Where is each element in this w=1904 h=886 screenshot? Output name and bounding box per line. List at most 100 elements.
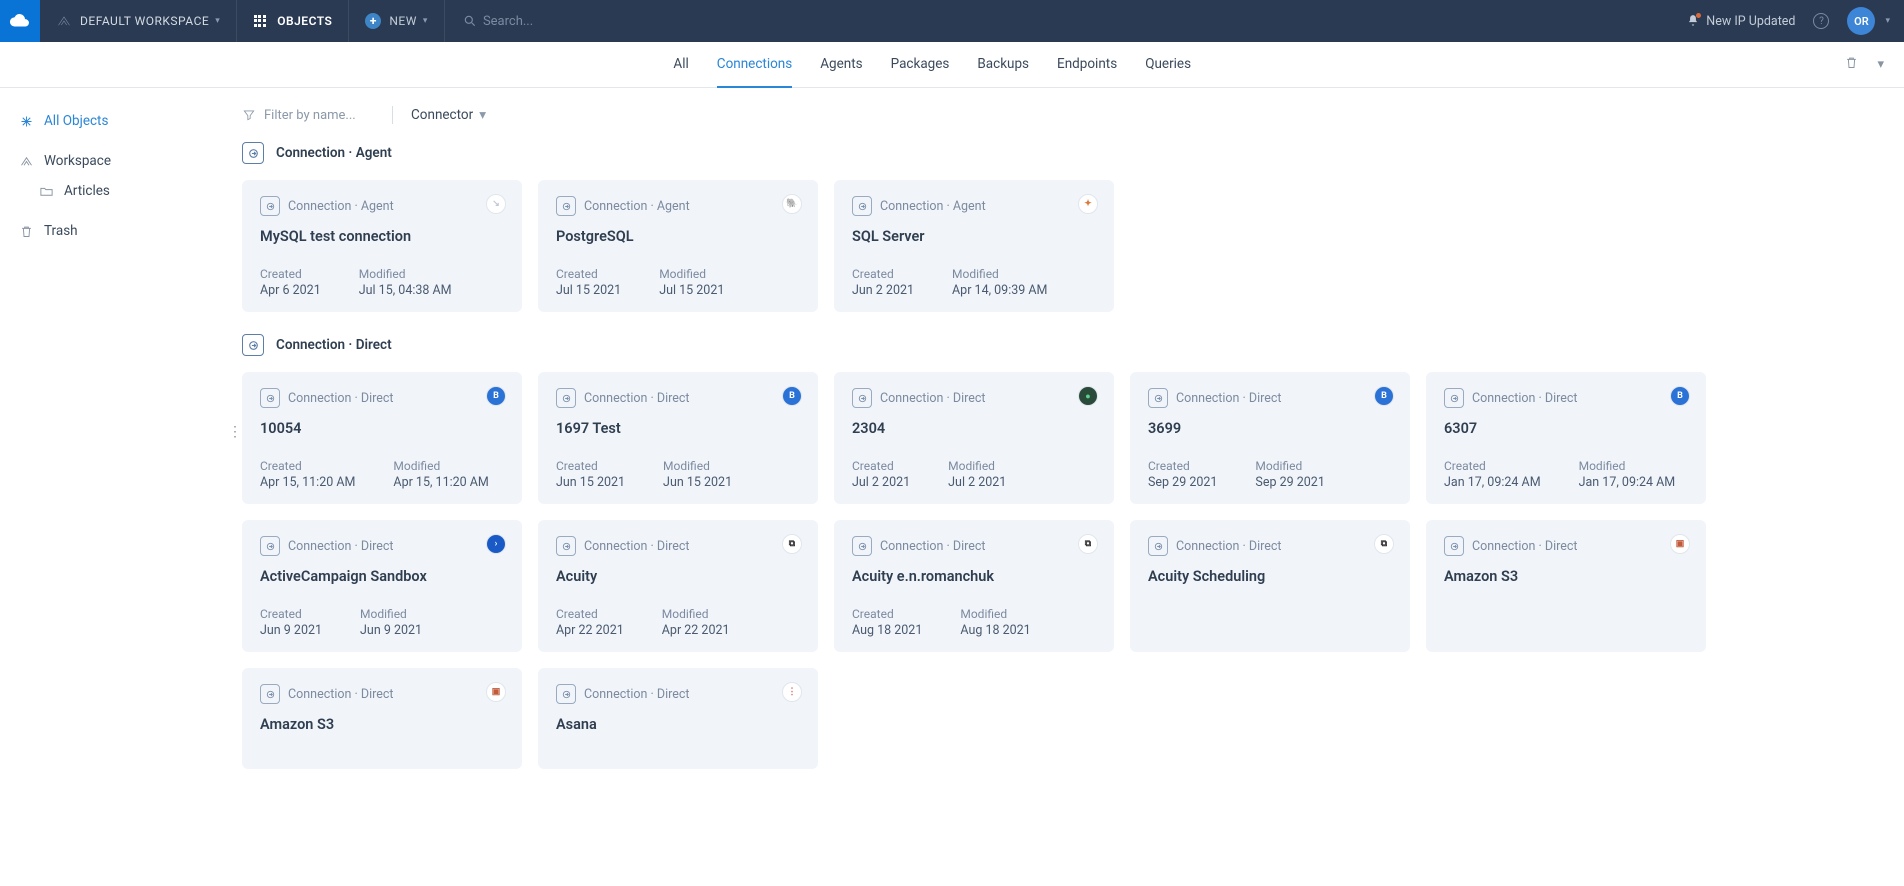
created-value: Jun 15 2021 <box>556 475 625 490</box>
new-button[interactable]: + NEW ▾ <box>349 0 445 42</box>
sidebar-item-trash[interactable]: Trash <box>14 216 222 246</box>
card-type: Connection · Direct <box>1176 539 1282 554</box>
tab-agents[interactable]: Agents <box>820 42 862 88</box>
connection-card[interactable]: Connection · DirectB6307CreatedJan 17, 0… <box>1426 372 1706 504</box>
connection-card[interactable]: Connection · Agent🐘PostgreSQLCreatedJul … <box>538 180 818 312</box>
modified-label: Modified <box>393 459 488 473</box>
connection-icon <box>1148 388 1168 408</box>
view-toggle[interactable]: ▾ <box>1873 57 1884 72</box>
app-logo[interactable] <box>0 0 40 42</box>
filter-input[interactable] <box>264 108 374 123</box>
modified-value: Jan 17, 09:24 AM <box>1579 475 1676 490</box>
card-title: Asana <box>556 716 800 733</box>
connection-card[interactable]: Connection · Direct⧉Acuity Scheduling <box>1130 520 1410 652</box>
modified-value: Jul 15, 04:38 AM <box>359 283 452 298</box>
tabs-actions: ▾ <box>1844 55 1884 74</box>
connection-card[interactable]: Connection · Direct⧉Acuity e.n.romanchuk… <box>834 520 1114 652</box>
nav-objects-label: OBJECTS <box>277 14 332 28</box>
created-label: Created <box>556 459 625 473</box>
workspace-selector[interactable]: DEFAULT WORKSPACE ▾ <box>40 0 237 42</box>
search-input[interactable] <box>483 14 683 29</box>
topbar: DEFAULT WORKSPACE ▾ OBJECTS + NEW ▾ New … <box>0 0 1904 42</box>
card-type: Connection · Direct <box>880 391 986 406</box>
tab-endpoints[interactable]: Endpoints <box>1057 42 1117 88</box>
card-type: Connection · Agent <box>288 199 394 214</box>
created-label: Created <box>260 459 355 473</box>
connection-card[interactable]: Connection · Agent↘MySQL test connection… <box>242 180 522 312</box>
created-value: Apr 15, 11:20 AM <box>260 475 355 490</box>
notification-text: New IP Updated <box>1706 14 1795 29</box>
workspace-icon <box>56 13 72 29</box>
connection-card[interactable]: Connection · DirectB3699CreatedSep 29 20… <box>1130 372 1410 504</box>
card-title: 3699 <box>1148 420 1392 437</box>
card-type: Connection · Direct <box>584 539 690 554</box>
card-title: 2304 <box>852 420 1096 437</box>
notification[interactable]: New IP Updated <box>1686 14 1795 29</box>
card-type: Connection · Direct <box>1472 391 1578 406</box>
modified-label: Modified <box>1255 459 1324 473</box>
card-type: Connection · Direct <box>1472 539 1578 554</box>
connection-card[interactable]: Connection · Direct⋮Asana <box>538 668 818 769</box>
connector-badge-icon: ✦ <box>1078 194 1098 214</box>
connector-badge-icon: ↘ <box>486 194 506 214</box>
help-button[interactable]: ? <box>1813 13 1829 29</box>
tab-connections[interactable]: Connections <box>717 42 792 88</box>
connection-icon <box>852 196 872 216</box>
tabs: All Connections Agents Packages Backups Endpo… <box>673 42 1191 88</box>
trash-button[interactable] <box>1844 55 1859 74</box>
created-label: Created <box>556 607 624 621</box>
sidebar-item-all-objects[interactable]: All Objects <box>14 106 222 136</box>
connector-badge-icon: ▣ <box>1670 534 1690 554</box>
created-value: Jan 17, 09:24 AM <box>1444 475 1541 490</box>
modified-label: Modified <box>952 267 1047 281</box>
modified-label: Modified <box>659 267 724 281</box>
modified-value: Apr 14, 09:39 AM <box>952 283 1047 298</box>
connection-card[interactable]: Connection · DirectB1697 TestCreatedJun … <box>538 372 818 504</box>
user-menu[interactable]: OR ▾ <box>1847 7 1890 35</box>
connection-card[interactable]: Connection · Direct▣Amazon S3 <box>1426 520 1706 652</box>
connection-card[interactable]: ⋮Connection · DirectB10054CreatedApr 15,… <box>242 372 522 504</box>
filter-input-box[interactable] <box>242 108 374 123</box>
connector-dropdown[interactable]: Connector ▾ <box>411 107 486 123</box>
connection-icon <box>1444 388 1464 408</box>
connection-icon <box>260 684 280 704</box>
tabs-bar: All Connections Agents Packages Backups Endpo… <box>0 42 1904 88</box>
created-value: Jun 2 2021 <box>852 283 914 298</box>
connection-card[interactable]: Connection · Agent✦SQL ServerCreatedJun … <box>834 180 1114 312</box>
sidebar-item-label: All Objects <box>44 113 108 129</box>
sidebar-item-articles[interactable]: Articles <box>14 176 222 206</box>
drag-handle-icon[interactable]: ⋮ <box>228 430 242 434</box>
connection-card[interactable]: Connection · Direct›ActiveCampaign Sandb… <box>242 520 522 652</box>
card-meta: CreatedSep 29 2021ModifiedSep 29 2021 <box>1148 459 1392 490</box>
chevron-down-icon: ▾ <box>1877 57 1884 72</box>
tab-backups[interactable]: Backups <box>977 42 1029 88</box>
connection-card[interactable]: Connection · Direct⧉AcuityCreatedApr 22 … <box>538 520 818 652</box>
modified-label: Modified <box>662 607 730 621</box>
filter-row: Connector ▾ <box>242 106 1878 124</box>
connection-card[interactable]: Connection · Direct▣Amazon S3 <box>242 668 522 769</box>
workspace-name: DEFAULT WORKSPACE <box>80 14 209 28</box>
created-value: Apr 22 2021 <box>556 623 624 638</box>
created-value: Jul 15 2021 <box>556 283 621 298</box>
card-title: ActiveCampaign Sandbox <box>260 568 504 585</box>
tab-all[interactable]: All <box>673 42 688 88</box>
tab-packages[interactable]: Packages <box>891 42 950 88</box>
connection-icon <box>1444 536 1464 556</box>
created-label: Created <box>852 267 914 281</box>
modified-label: Modified <box>360 607 422 621</box>
sidebar-item-label: Trash <box>44 223 78 239</box>
created-value: Sep 29 2021 <box>1148 475 1217 490</box>
connector-badge-icon: › <box>486 534 506 554</box>
group-title: Connection · Direct <box>276 337 392 353</box>
tab-queries[interactable]: Queries <box>1145 42 1191 88</box>
connection-card[interactable]: Connection · Direct●2304CreatedJul 2 202… <box>834 372 1114 504</box>
connection-icon <box>1148 536 1168 556</box>
sidebar-item-workspace[interactable]: Workspace <box>14 146 222 176</box>
card-meta: CreatedJul 15 2021ModifiedJul 15 2021 <box>556 267 800 298</box>
chevron-down-icon: ▾ <box>215 16 220 26</box>
card-type: Connection · Direct <box>584 391 690 406</box>
nav-objects[interactable]: OBJECTS <box>237 0 349 42</box>
folder-icon <box>38 183 54 199</box>
search-box[interactable] <box>445 0 1686 42</box>
connector-badge-icon: B <box>1670 386 1690 406</box>
